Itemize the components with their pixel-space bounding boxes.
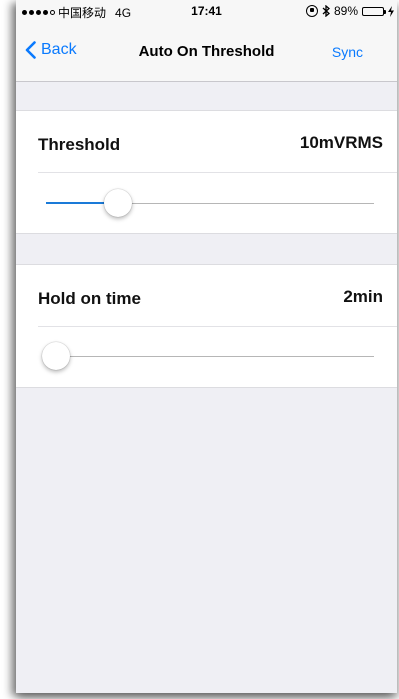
charging-icon [388, 5, 394, 17]
battery-icon [362, 6, 386, 16]
hold-on-time-divider [38, 326, 397, 327]
threshold-section: Threshold 10mVRMS [16, 110, 397, 234]
bluetooth-icon [322, 5, 330, 17]
threshold-label: Threshold [38, 135, 121, 154]
status-right: 89% [305, 4, 394, 18]
hold-on-time-slider-thumb[interactable] [42, 342, 70, 370]
navigation-bar: Back Auto On Threshold Sync [16, 22, 397, 82]
rotation-lock-icon [305, 5, 318, 17]
hold-on-time-slider[interactable] [42, 342, 374, 372]
phone-screen: 中国移动 4G 17:41 89% Back Auto On Threshold… [16, 0, 397, 693]
hold-on-time-slider-track [46, 356, 374, 357]
threshold-slider-thumb[interactable] [104, 189, 132, 217]
threshold-divider [38, 172, 397, 173]
sync-button[interactable]: Sync [332, 44, 363, 60]
hold-on-time-value: 2min [343, 287, 383, 306]
hold-on-time-section: Hold on time 2min [16, 264, 397, 388]
hold-on-time-label: Hold on time [38, 289, 141, 308]
battery-percent: 89% [333, 4, 358, 18]
threshold-value: 10mVRMS [299, 133, 383, 152]
status-bar: 中国移动 4G 17:41 89% [16, 0, 397, 22]
threshold-slider[interactable] [46, 189, 374, 219]
